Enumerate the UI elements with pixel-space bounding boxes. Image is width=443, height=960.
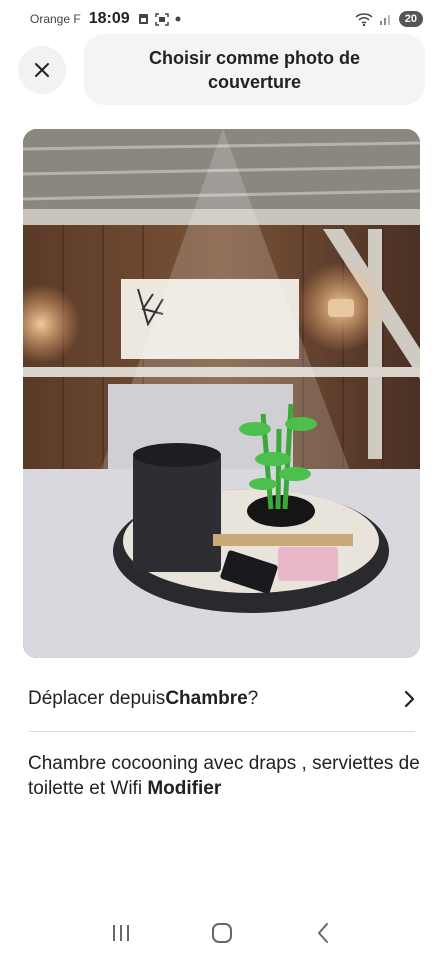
status-bar: Orange F 18:09 20	[0, 0, 443, 38]
dot-icon	[175, 16, 181, 22]
back-button[interactable]	[303, 913, 343, 953]
back-icon	[317, 922, 328, 943]
caption-text: Chambre cocooning avec draps , serviette…	[28, 753, 420, 799]
page-title: Choisir comme photo de couverture	[84, 34, 425, 105]
close-button[interactable]	[18, 46, 66, 94]
sim-icon	[138, 14, 148, 24]
recent-apps-button[interactable]	[101, 913, 141, 953]
close-icon	[35, 63, 49, 77]
move-from-chambre-row[interactable]: Déplacer depuis Chambre ?	[28, 680, 415, 718]
signal-icon	[379, 15, 390, 25]
carrier-label: Orange F	[30, 12, 81, 26]
battery-icon: 20	[398, 11, 423, 27]
cover-photo-image	[23, 129, 420, 658]
room-name: Chambre	[165, 688, 248, 709]
chevron-right-icon	[403, 690, 415, 708]
divider	[28, 731, 415, 732]
cover-photo[interactable]	[23, 129, 420, 658]
move-suffix: ?	[247, 688, 259, 709]
home-button[interactable]	[202, 913, 242, 953]
clock: 18:09	[88, 10, 130, 27]
wifi-icon	[355, 12, 373, 26]
move-prefix: Déplacer depuis	[28, 688, 166, 709]
modify-caption-link[interactable]: Modifier	[147, 778, 221, 799]
system-nav-bar	[0, 905, 443, 960]
recent-apps-icon	[112, 924, 129, 941]
screenshot-icon	[154, 12, 169, 26]
photo-caption: Chambre cocooning avec draps , serviette…	[28, 751, 423, 801]
home-icon	[211, 922, 232, 943]
